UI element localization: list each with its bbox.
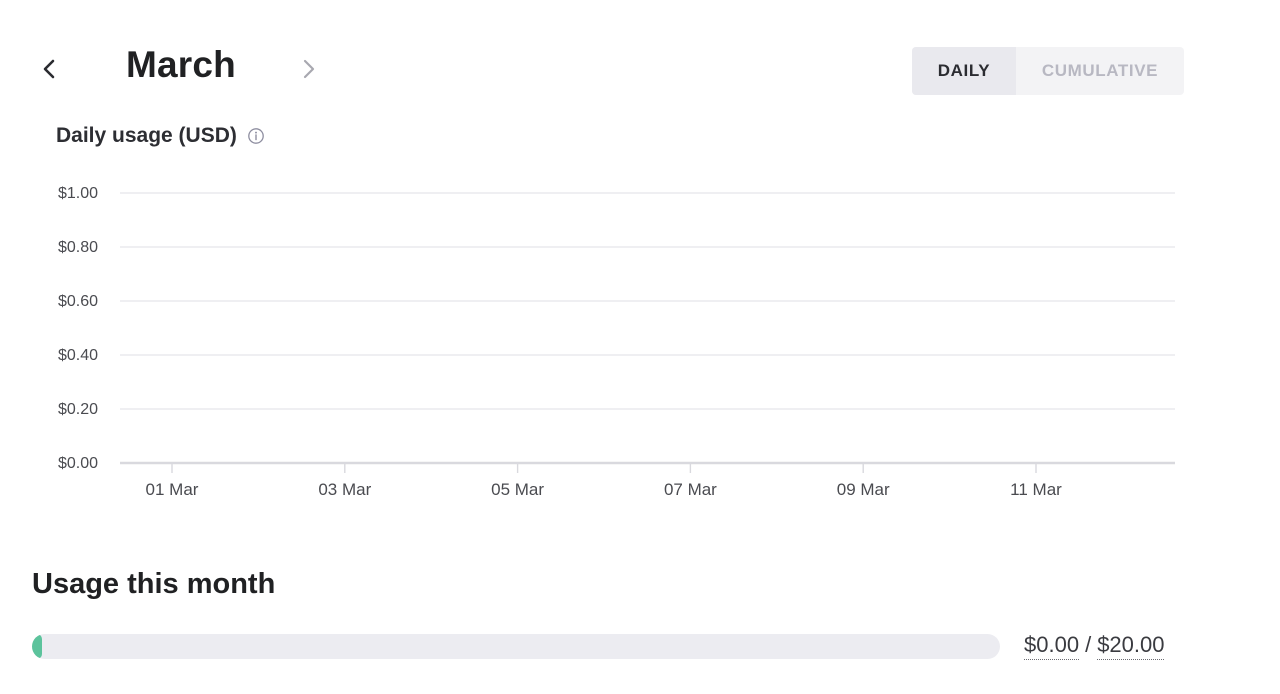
x-tick-label: 03 Mar	[318, 480, 371, 499]
usage-progress-bar	[32, 634, 1000, 659]
y-tick-label: $0.60	[58, 293, 98, 310]
previous-month-button[interactable]	[32, 52, 66, 86]
chart-title: Daily usage (USD)	[56, 124, 265, 148]
usage-limit-amount[interactable]: $20.00	[1097, 632, 1165, 660]
x-tick-label: 05 Mar	[491, 480, 544, 499]
chevron-right-icon	[303, 59, 315, 79]
month-title: March	[126, 44, 236, 85]
usage-progress-fill	[32, 634, 42, 659]
chart-title-text: Daily usage (USD)	[56, 124, 237, 147]
usage-used-amount[interactable]: $0.00	[1024, 632, 1080, 660]
view-toggle: DAILY CUMULATIVE	[912, 47, 1184, 95]
y-tick-label: $0.20	[58, 401, 98, 418]
info-icon[interactable]	[247, 127, 265, 145]
y-tick-label: $0.40	[58, 347, 98, 364]
y-tick-label: $0.00	[58, 455, 98, 472]
daily-usage-chart: $0.00 $0.20 $0.40 $0.60 $0.80 $1.00 01 Mar 03 M…	[58, 185, 1175, 499]
x-tick-label: 01 Mar	[146, 480, 199, 499]
cumulative-toggle-button[interactable]: CUMULATIVE	[1016, 47, 1184, 95]
y-tick-label: $0.80	[58, 239, 98, 256]
usage-separator: /	[1085, 632, 1092, 657]
usage-page: March DAILY CUMULATIVE Daily usage (USD)…	[0, 0, 1280, 694]
y-tick-label: $1.00	[58, 185, 98, 202]
x-tick-label: 09 Mar	[837, 480, 890, 499]
daily-toggle-button[interactable]: DAILY	[912, 47, 1016, 95]
x-tick-label: 07 Mar	[664, 480, 717, 499]
next-month-button[interactable]	[292, 52, 326, 86]
x-tick-label: 11 Mar	[1010, 480, 1062, 499]
usage-this-month-heading: Usage this month	[32, 568, 276, 600]
usage-amount: $0.00/$20.00	[1024, 632, 1165, 660]
chevron-left-icon	[43, 59, 55, 79]
